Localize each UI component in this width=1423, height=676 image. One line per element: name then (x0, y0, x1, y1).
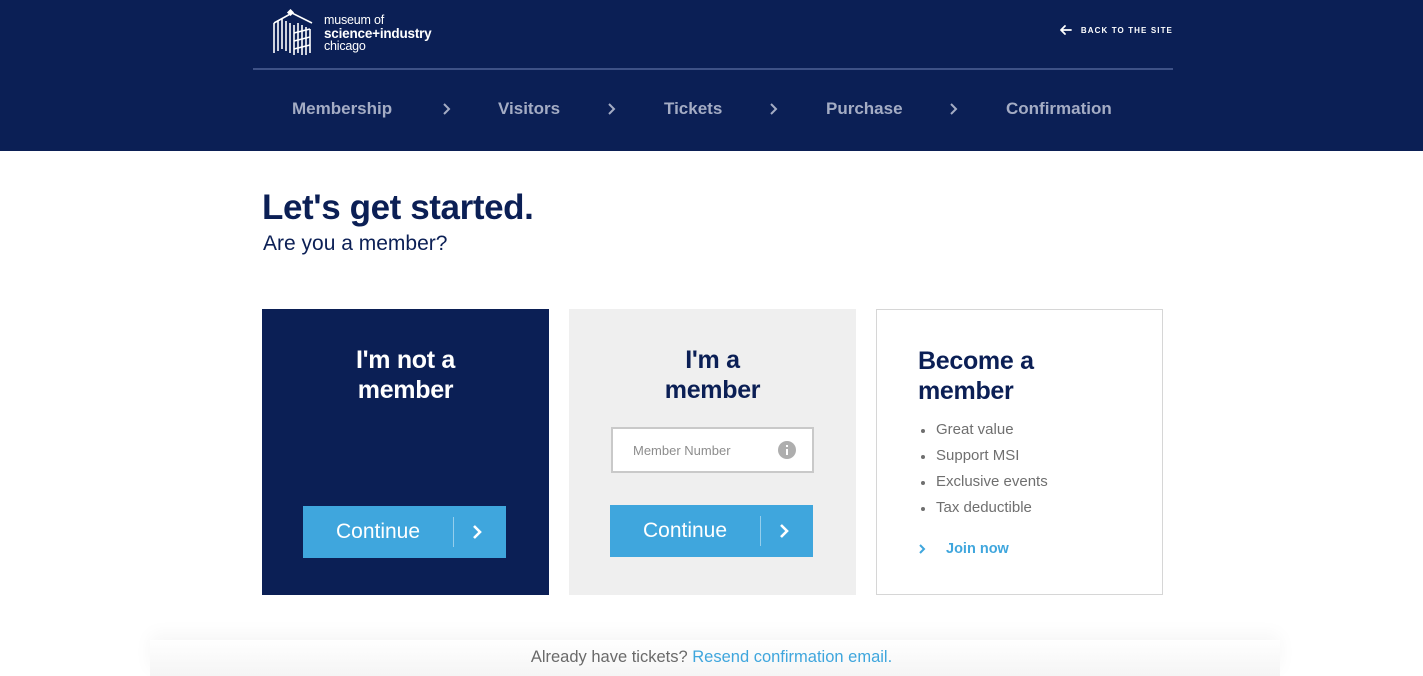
continue-member-button[interactable]: Continue (610, 505, 813, 557)
back-to-site-link[interactable]: BACK TO THE SITE (1059, 23, 1173, 37)
logo-line-1: museum of (324, 12, 385, 27)
step-membership[interactable]: Membership (292, 90, 392, 128)
list-item: Support MSI (918, 445, 1048, 471)
chevron-right-icon (770, 103, 778, 115)
card-become-member: Become a member Great value Support MSI … (876, 309, 1163, 595)
benefits-list: Great value Support MSI Exclusive events… (918, 419, 1048, 523)
card-not-member: I'm not a member Continue (262, 309, 549, 595)
continue-non-member-button[interactable]: Continue (303, 506, 506, 558)
card-title-line: member (918, 377, 1014, 405)
page-title: Let's get started. (262, 188, 534, 227)
header-inner: museum of science+industry chicago BACK … (253, 0, 1173, 151)
card-become-member-title: Become a member (918, 346, 1118, 406)
logo-wordmark: museum of science+industry chicago (324, 12, 432, 53)
msi-logo-icon (273, 9, 313, 55)
progress-steps: Membership Visitors Tickets Purchase Con… (253, 90, 1173, 130)
logo-line-3: chicago (324, 38, 366, 53)
member-number-field (611, 427, 814, 473)
card-title-line: member (664, 376, 761, 404)
button-divider (453, 517, 454, 547)
button-label: Continue (335, 520, 421, 543)
button-divider (760, 516, 761, 546)
card-title-line: member (357, 376, 454, 404)
chevron-right-icon (919, 544, 926, 554)
arrow-left-icon (1059, 25, 1072, 35)
logo-line-2: science+industry (324, 25, 432, 41)
card-not-member-title: I'm not a member (262, 345, 549, 405)
join-now-label: Join now (946, 541, 1009, 557)
resend-confirmation: Already have tickets? Resend confirmatio… (0, 648, 1423, 667)
site-header: museum of science+industry chicago BACK … (0, 0, 1423, 151)
card-title-line: I'm not a (355, 346, 456, 374)
card-member-title: I'm a member (569, 345, 856, 405)
step-confirmation[interactable]: Confirmation (1006, 90, 1112, 128)
step-visitors[interactable]: Visitors (498, 90, 560, 128)
list-item: Great value (918, 419, 1048, 445)
chevron-right-icon (608, 103, 616, 115)
chevron-right-icon (443, 103, 451, 115)
page-subtitle: Are you a member? (263, 232, 448, 255)
msi-logo[interactable]: museum of science+industry chicago (272, 9, 452, 57)
card-title-line: I'm a (685, 346, 740, 374)
chevron-right-icon (780, 524, 789, 538)
info-icon[interactable] (778, 441, 796, 459)
chevron-right-icon (473, 525, 482, 539)
chevron-right-icon (950, 103, 958, 115)
list-item: Tax deductible (918, 497, 1048, 523)
card-title-line: Become a (918, 347, 1034, 375)
list-item: Exclusive events (918, 471, 1048, 497)
button-label: Continue (642, 519, 728, 542)
header-divider (253, 68, 1173, 70)
step-tickets[interactable]: Tickets (664, 90, 722, 128)
card-member: I'm a member Continue (569, 309, 856, 595)
resend-confirmation-link[interactable]: Resend confirmation email. (692, 648, 892, 666)
already-have-tickets-text: Already have tickets? (530, 648, 688, 666)
back-to-site-label: BACK TO THE SITE (1080, 25, 1173, 35)
join-now-link[interactable]: Join now (918, 541, 1009, 557)
step-purchase[interactable]: Purchase (826, 90, 903, 128)
